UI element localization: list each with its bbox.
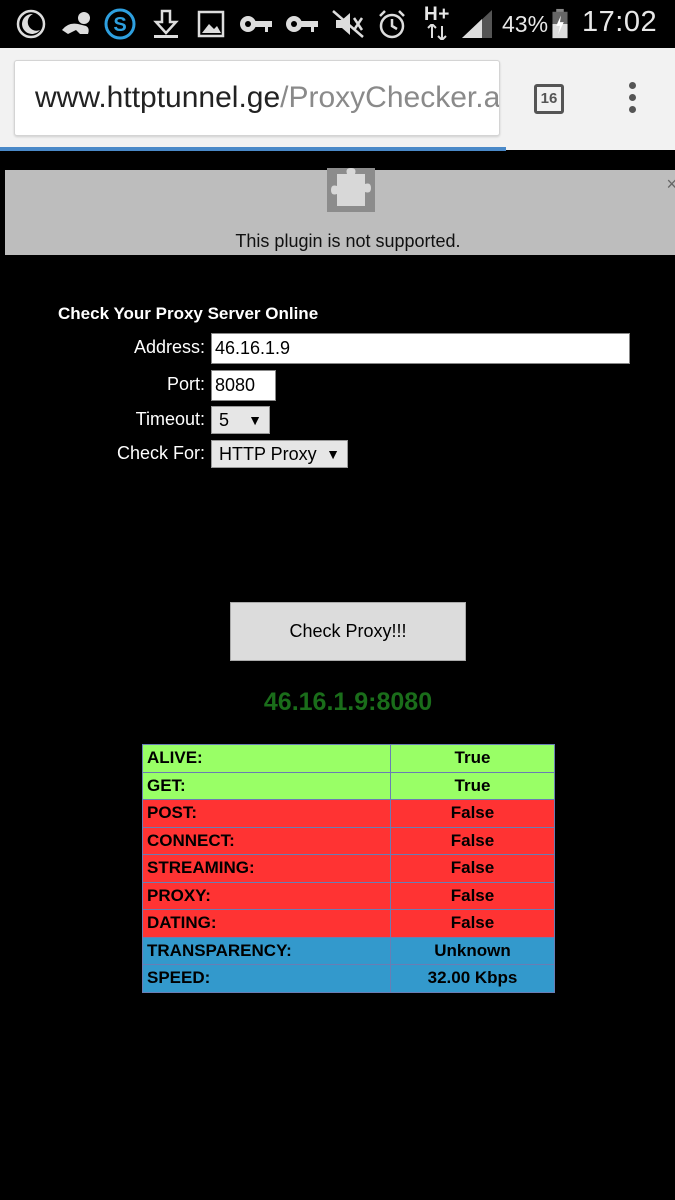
table-row: GET: True [142,771,555,800]
battery-icon [552,8,568,39]
result-key: STREAMING: [142,854,391,883]
result-value: Unknown [390,936,555,965]
result-table: ALIVE: True GET: True POST: False CONNECT: Fals… [142,744,555,993]
browser-toolbar: www.httptunnel.ge/ProxyChecker.a 16 [0,48,675,150]
result-key: TRANSPARENCY: [142,936,391,965]
address-input[interactable] [211,333,630,364]
baby-icon [62,12,90,34]
table-row: ALIVE: True [142,744,555,773]
dropdown-arrow-icon: ▼ [248,412,262,428]
port-input[interactable] [211,370,276,401]
check-proxy-button[interactable]: Check Proxy!!! [230,602,466,661]
url-host: www.httptunnel.ge [35,81,281,114]
form-title: Check Your Proxy Server Online [58,304,319,323]
result-value: False [390,826,555,855]
svg-text:S: S [113,14,126,36]
url-text: www.httptunnel.ge/ProxyChecker.a [35,81,500,115]
timeout-label: Timeout: [135,409,205,429]
address-label: Address: [133,337,205,357]
table-row: POST: False [142,799,555,828]
result-value: False [390,799,555,828]
table-row: TRANSPARENCY: Unknown [142,936,555,965]
result-title: 46.16.1.9:8080 [263,688,433,716]
dropdown-arrow-icon: ▼ [326,446,340,462]
url-path: /ProxyChecker.a [280,81,500,114]
clock: 17:02 [582,6,658,38]
checkfor-label: Check For: [116,443,205,463]
result-key: GET: [142,771,391,800]
result-key: DATING: [142,909,391,938]
plugin-message: This plugin is not supported. [235,231,461,251]
download-icon [153,9,179,38]
plugin-close-button[interactable]: × [666,174,675,195]
overflow-menu-icon[interactable] [626,82,638,118]
result-key: SPEED: [142,964,391,993]
alarm-icon [379,10,405,39]
checkfor-value: HTTP Proxy [219,444,317,464]
result-value: False [390,909,555,938]
page-load-progress [0,147,507,151]
result-value: True [390,744,555,773]
result-value: True [390,771,555,800]
port-label: Port: [166,374,205,394]
result-key: POST: [142,799,391,828]
result-value: False [390,854,555,883]
result-value: 32.00 Kbps [390,964,555,993]
result-key: PROXY: [142,881,391,910]
signal-icon [462,10,492,38]
checkfor-select[interactable]: HTTP Proxy ▼ [211,440,348,468]
table-row: PROXY: False [142,881,555,910]
image-icon [197,10,225,38]
url-field[interactable]: www.httptunnel.ge/ProxyChecker.a [14,60,500,136]
battery-percent: 43% [502,11,549,37]
moon-icon [16,9,46,39]
data-arrows-icon [427,24,447,40]
result-value: False [390,881,555,910]
table-row: CONNECT: False [142,826,555,855]
table-row: SPEED: 32.00 Kbps [142,964,555,993]
unsupported-plugin-box: This plugin is not supported. × [5,168,675,255]
table-row: STREAMING: False [142,854,555,883]
table-row: DATING: False [142,909,555,938]
mute-icon [332,10,364,38]
skype-icon: S [104,8,136,40]
result-key: CONNECT: [142,826,391,855]
status-bar: S H+ 43% 17:02 [0,0,675,48]
network-type: H+ [424,4,450,25]
key-icon [240,16,272,32]
tab-switcher-button[interactable]: 16 [534,84,564,114]
timeout-select[interactable]: 5 ▼ [211,406,270,434]
timeout-value: 5 [219,410,230,430]
result-key: ALIVE: [142,744,391,773]
puzzle-piece-icon [327,168,375,212]
key-icon [286,16,318,32]
